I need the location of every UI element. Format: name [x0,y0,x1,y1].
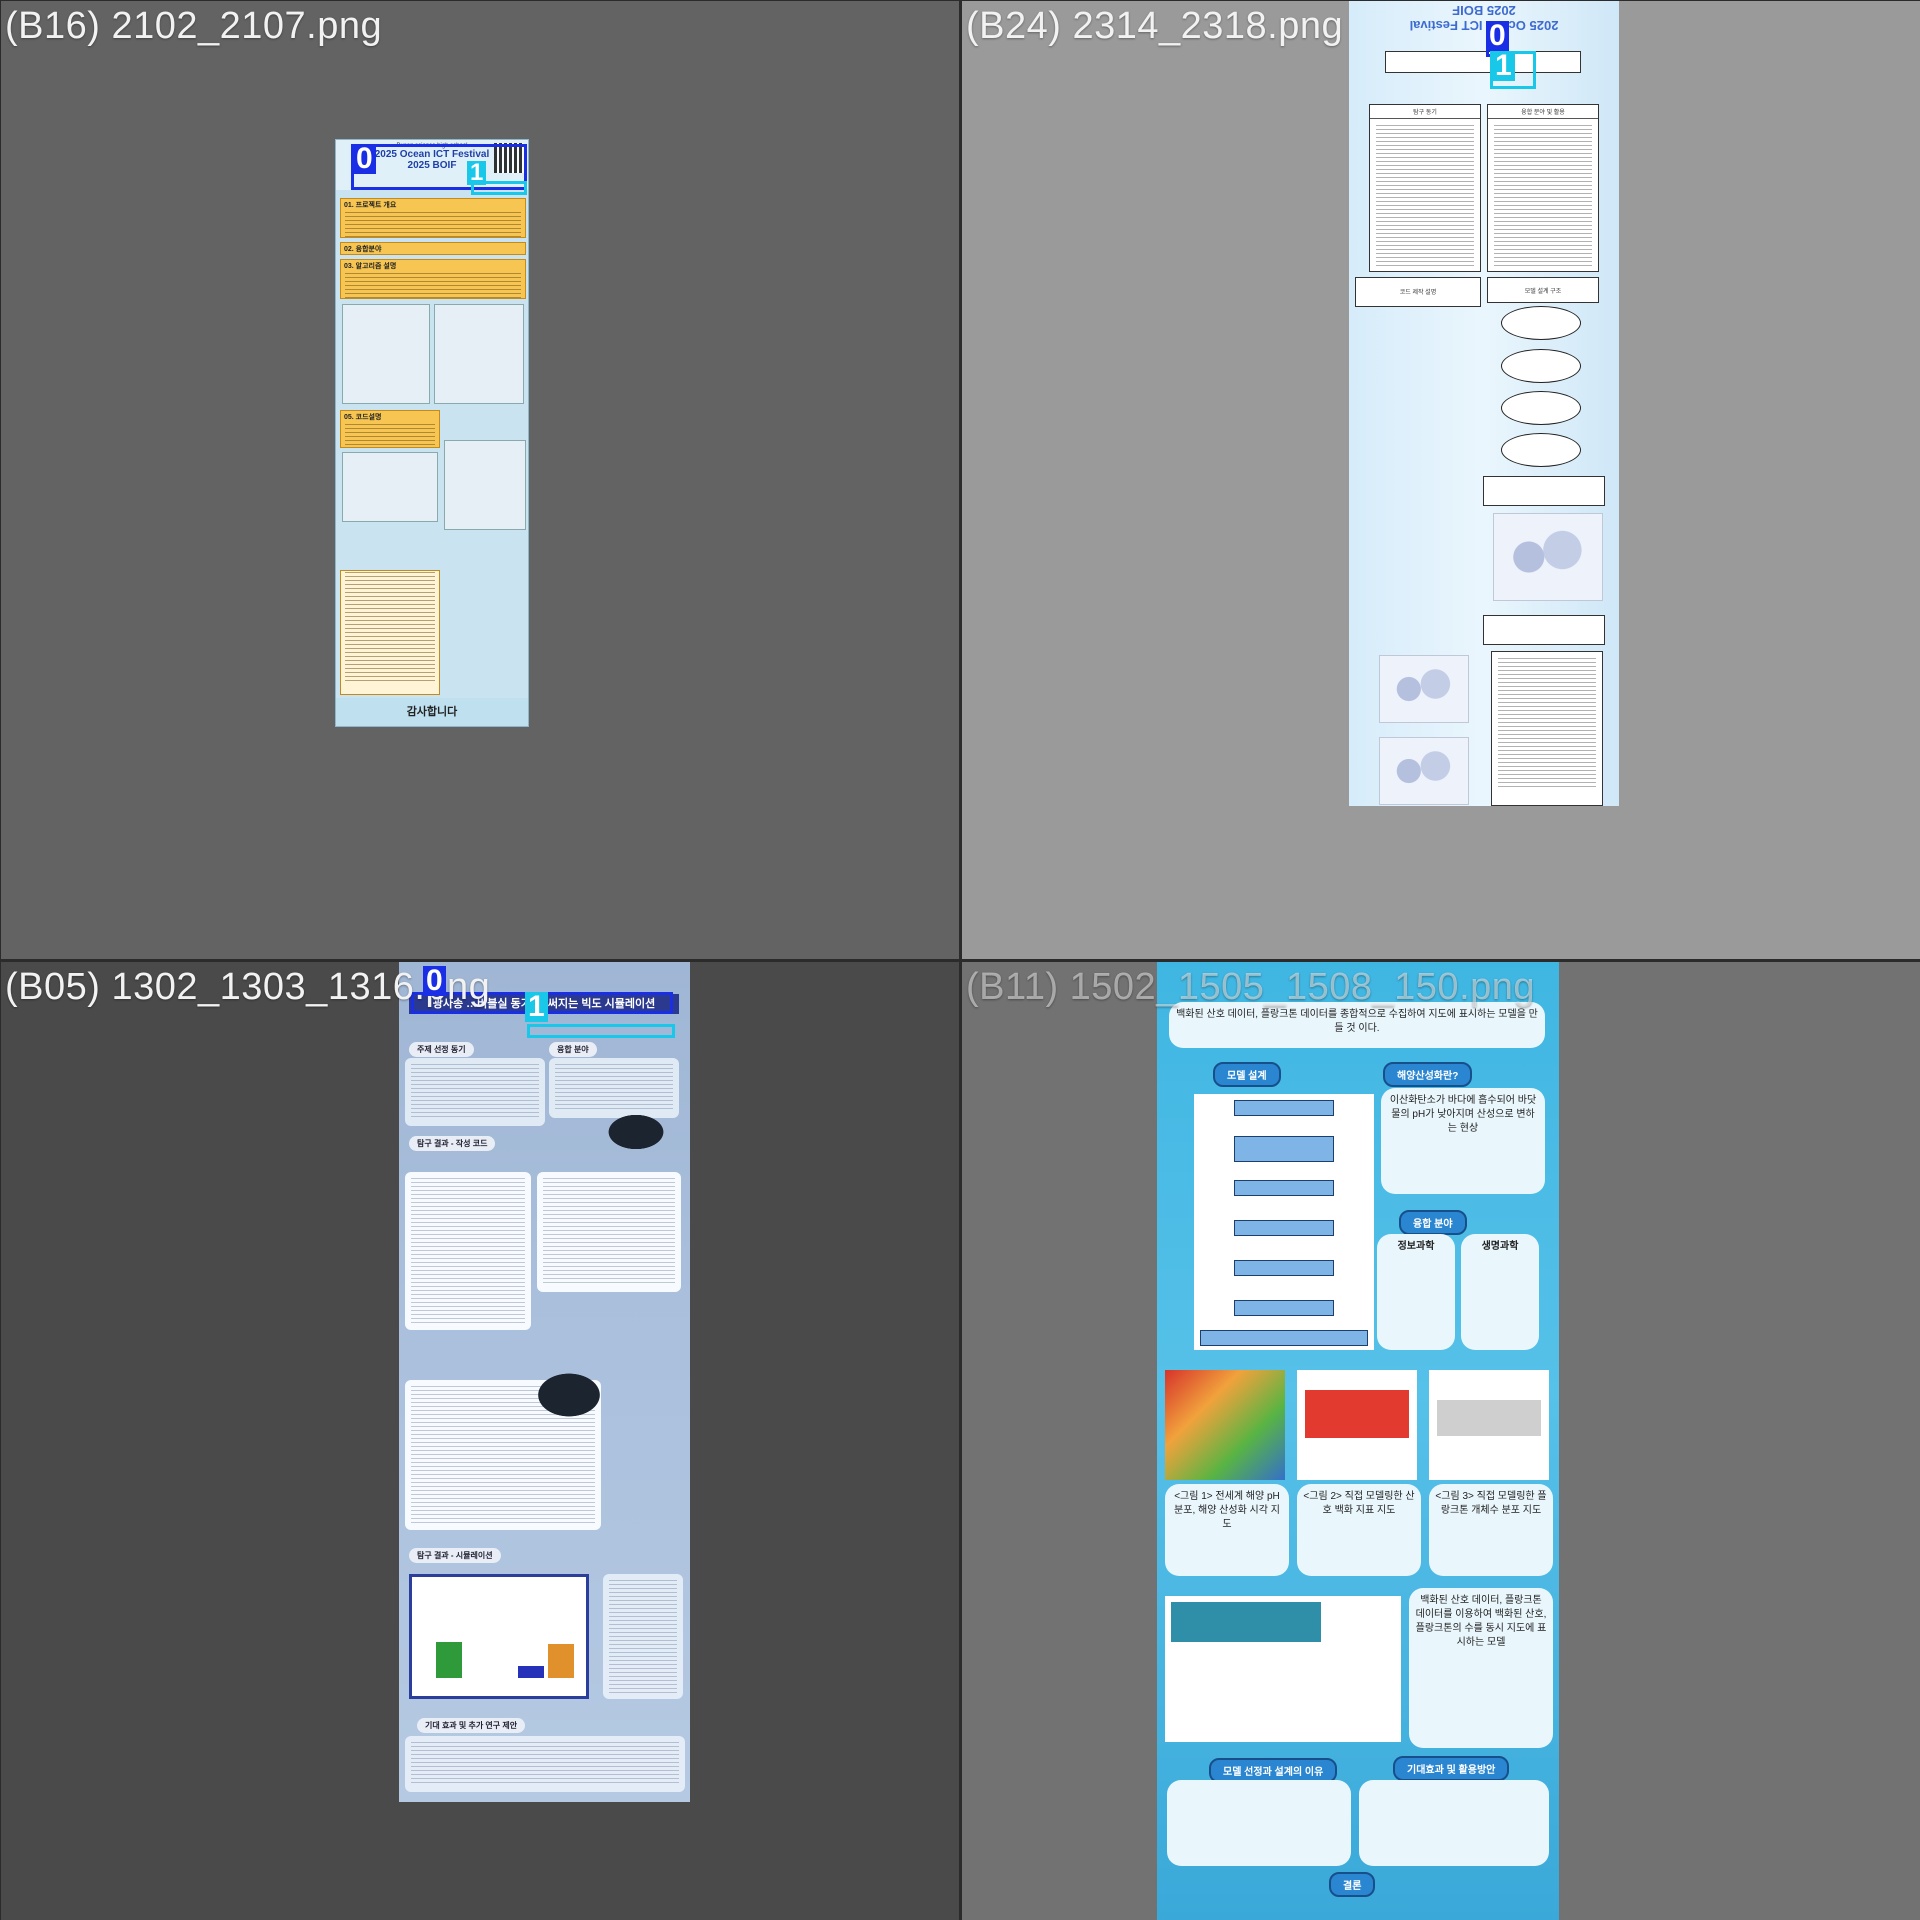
figure-caption: <그림 3> 직접 모델링한 플랑크톤 개체수 분포 지도 [1429,1484,1553,1576]
panel-b24[interactable]: (B24) 2314_2318.png 2025 Ocean ICT Festi… [962,1,1920,959]
box-id-label: 1 [467,161,487,185]
content-box: 코드 제작 설명 [1355,277,1481,307]
detection-box-1 [527,1024,675,1038]
orca-illustration [604,1112,668,1152]
section-algorithm: 03. 알고리즘 설명 [340,259,526,299]
figure-caption: <그림 1> 전세계 해양 pH 분포, 해양 산성화 시각 지도 [1165,1484,1289,1576]
box-heading: 모델 설계 구조 [1524,289,1562,295]
ph-map-figure [1165,1370,1285,1480]
figure-caption: <그림 2> 직접 모델링한 산호 백화 지표 지도 [1297,1484,1421,1576]
content-box [1483,476,1605,506]
flow-node [1200,1330,1368,1346]
section-tag: 결론 [1329,1872,1376,1897]
panel-caption: (B16) 2102_2107.png [5,5,383,47]
box-id-label: 1 [1492,51,1515,81]
flow-node [1501,349,1581,383]
box-heading: 융합 분야 및 활용 [1488,105,1598,119]
fusion-info: 정보과학 [1377,1234,1455,1350]
content-box: 융합 분야 및 활용 [1487,104,1599,272]
box-id-label: 0 [353,144,376,174]
box-id-label: 1 [525,992,548,1022]
orca-illustration [533,1370,605,1420]
chart-bar [436,1642,462,1678]
content-box: 탐구 동기 [1369,104,1481,272]
map-figure [342,304,430,404]
text-card [549,1058,679,1118]
coral-map-figure [1297,1370,1417,1480]
content-box: 모델 설계 구조 [1487,277,1599,303]
section-fusion: 02. 융합분야 [340,242,526,255]
map-figure [434,304,524,404]
text-card [603,1574,683,1699]
map-figure [1379,737,1469,805]
flow-node [1234,1100,1334,1116]
acid-definition: 이산화탄소가 바다에 흡수되어 바닷물의 pH가 낮아지며 산성으로 변하는 현… [1381,1088,1545,1194]
section-pill: 기대 효과 및 추가 연구 제안 [417,1718,526,1733]
section-tag: 기대효과 및 활용방안 [1393,1756,1510,1781]
section-code-listing [340,570,440,695]
flow-node [1501,306,1581,340]
poster-banner [1385,51,1581,73]
fusion-bio: 생명과학 [1461,1234,1539,1350]
content-box [1483,615,1605,645]
section-title: 05. 코드설명 [344,414,382,421]
simulation-chart [409,1574,589,1699]
box-heading: 탐구 동기 [1370,105,1480,119]
panel-b11[interactable]: 백화된 산호 데이터, 플랑크톤 데이터를 종합적으로 수집하여 지도에 표시하… [962,962,1920,1920]
flowchart [1194,1094,1374,1350]
section-title: 03. 알고리즘 설명 [344,263,397,270]
combined-model-text: 백화된 산호 데이터, 플랑크톤 데이터를 이용하여 백화된 산호, 플랑크톤의… [1409,1588,1553,1748]
poster-image: 백화된 산호 데이터, 플랑크톤 데이터를 종합적으로 수집하여 지도에 표시하… [1157,962,1559,1920]
flow-node [1501,391,1581,425]
map-figure [1379,655,1469,723]
text-card [405,1058,545,1126]
panel-b05[interactable]: (B05) 1302_1303_1316.png 광사송 …버블실 동기 … 써… [1,962,959,1920]
poster-image: 광사송 …버블실 동기 … 써지는 빅도 시뮬레이션 주제 선정 동기 융합 분… [399,962,690,1802]
reason-text [1167,1780,1351,1866]
panel-caption: (B24) 2314_2318.png [966,5,1344,47]
chart-bar [518,1666,544,1678]
section-pill: 융합 분야 [549,1042,597,1057]
flow-node [1234,1180,1334,1196]
code-card [537,1172,681,1292]
map-figure [1493,513,1603,601]
section-pill: 주제 선정 동기 [409,1042,474,1057]
poster-footer: 감사합니다 [336,698,528,726]
map-figure [444,440,526,530]
flow-node [1234,1220,1334,1236]
map-figure [342,452,438,522]
plankton-map-figure [1429,1370,1549,1480]
image-grid: (B16) 2102_2107.png Busan science high s… [0,0,1920,1920]
section-code: 05. 코드설명 [340,410,440,448]
section-title: 01. 프로젝트 개요 [344,202,397,209]
effect-text [1359,1780,1549,1866]
flow-node [1234,1136,1334,1162]
box-heading: 코드 제작 설명 [1399,290,1437,296]
section-tag: 융합 분야 [1399,1210,1467,1235]
box-id-label: 0 [423,966,446,996]
combined-map-figure [1165,1596,1401,1742]
content-box [1491,651,1603,806]
section-tag: 모델 설계 [1213,1062,1281,1087]
section-title: 02. 융합분야 [344,246,382,253]
panel-caption: (B05) 1302_1303_1316.png [5,966,491,1008]
panel-b16[interactable]: (B16) 2102_2107.png Busan science high s… [1,1,959,959]
section-tag: 해양산성화란? [1383,1062,1473,1087]
code-card [405,1172,531,1330]
box-id-label: 0 [1486,21,1509,51]
flow-node [1234,1260,1334,1276]
flow-node [1234,1300,1334,1316]
text-card [405,1736,685,1792]
section-pill: 탐구 결과 - 작성 코드 [409,1136,496,1151]
poster-image: 2025 Ocean ICT Festival 2025 BOIF 탐구 동기 … [1349,1,1619,806]
section-overview: 01. 프로젝트 개요 [340,198,526,238]
section-pill: 탐구 결과 - 시뮬레이션 [409,1548,501,1563]
flow-node [1501,433,1581,467]
chart-bar [548,1644,574,1678]
poster-title: 2025 Ocean ICT Festival 2025 BOIF [1409,3,1559,33]
panel-caption: (B11) 1502_1505_1508_150.png [966,966,1536,1008]
poster-image: Busan science high school 2025 Ocean ICT… [335,139,529,727]
